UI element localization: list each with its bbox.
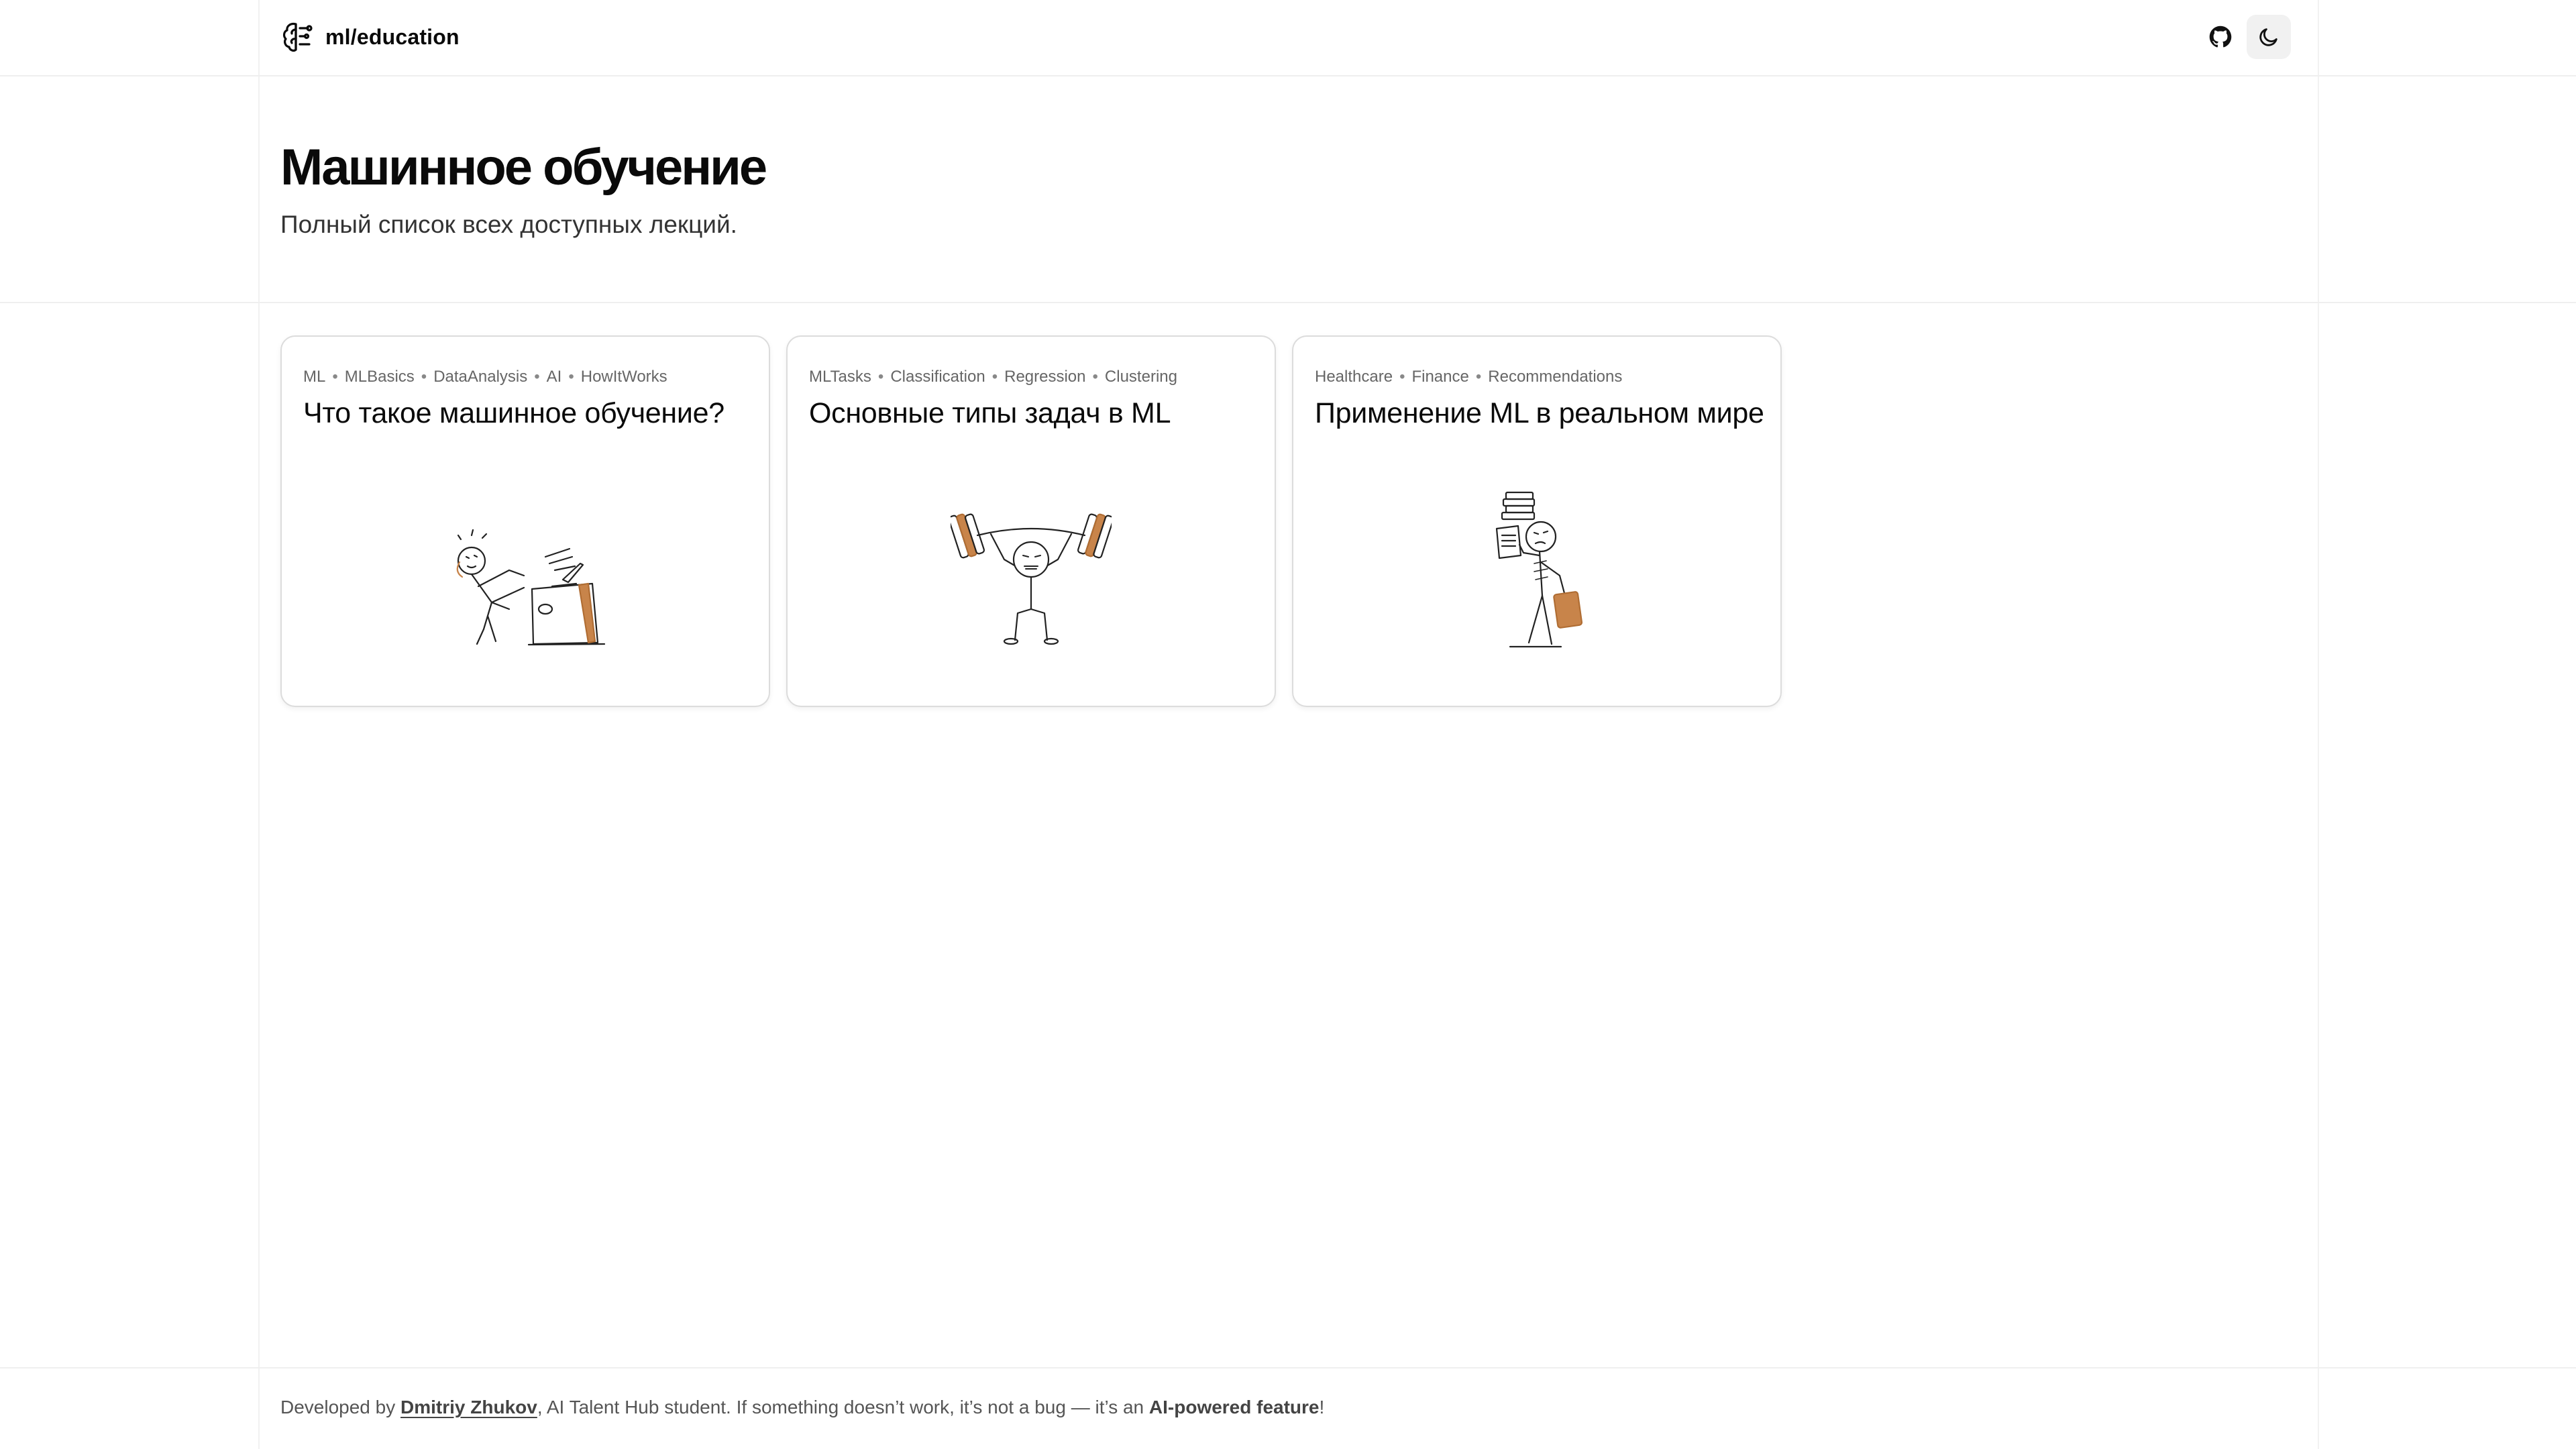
tag-separator: • — [1399, 368, 1405, 386]
tag: ML — [303, 368, 326, 386]
top-navbar: ml/education — [258, 0, 2318, 75]
footer-middle: , AI Talent Hub student. If something do… — [537, 1397, 1149, 1417]
page-footer: Developed by Dmitriy Zhukov, AI Talent H… — [280, 1397, 1324, 1418]
moon-icon — [2259, 28, 2277, 46]
left-column-line — [258, 0, 260, 1449]
card-tags: Healthcare • Finance • Recommendations — [1315, 368, 1622, 386]
author-link[interactable]: Dmitriy Zhukov — [400, 1397, 537, 1417]
tag: HowItWorks — [580, 368, 667, 386]
brain-icon — [282, 22, 313, 52]
footer-prefix: Developed by — [280, 1397, 401, 1417]
brand-link[interactable]: ml/education — [281, 20, 460, 54]
github-icon — [2209, 25, 2232, 48]
tag: AI — [546, 368, 562, 386]
footer-suffix: ! — [1319, 1397, 1325, 1417]
footer-divider — [0, 1367, 2576, 1368]
theme-toggle-button[interactable] — [2247, 15, 2291, 59]
lecture-card[interactable]: Healthcare • Finance • Recommendations При… — [1292, 335, 1782, 707]
card-title: Применение ML в реальном мире — [1315, 397, 1764, 429]
tag-separator: • — [332, 368, 338, 386]
stickman-carrying-books-illustration — [1495, 491, 1583, 648]
tag: Recommendations — [1488, 368, 1623, 386]
tag-separator: • — [421, 368, 427, 386]
lecture-card[interactable]: MLTasks • Classification • Regression • Clu… — [786, 335, 1276, 707]
stickman-at-desk-illustration — [456, 529, 606, 646]
tag-separator: • — [877, 368, 884, 386]
card-title: Основные типы задач в ML — [809, 397, 1171, 429]
tag: Regression — [1004, 368, 1086, 386]
card-tags: ML • MLBasics • DataAnalysis • AI • HowItWor… — [303, 368, 667, 386]
lecture-card[interactable]: ML • MLBasics • DataAnalysis • AI • HowItWor… — [280, 335, 770, 707]
tag-separator: • — [568, 368, 574, 386]
card-tags: MLTasks • Classification • Regression • Clu… — [809, 368, 1177, 386]
tag-separator: • — [1475, 368, 1482, 386]
tag: Clustering — [1104, 368, 1177, 386]
tag: Finance — [1411, 368, 1469, 386]
card-title: Что такое машинное обучение? — [303, 397, 724, 429]
hero-section: Машинное обучение Полный список всех дос… — [280, 134, 767, 241]
footer-feature: AI-powered feature — [1148, 1397, 1320, 1417]
tag-separator: • — [991, 368, 998, 386]
header-divider — [0, 75, 2576, 76]
tag: Healthcare — [1315, 368, 1393, 386]
hero-divider — [0, 302, 2576, 303]
tag: MLTasks — [809, 368, 871, 386]
tag-separator: • — [1092, 368, 1098, 386]
tag: DataAnalysis — [433, 368, 528, 386]
lecture-cards: ML • MLBasics • DataAnalysis • AI • HowItWor… — [280, 335, 1782, 707]
tag-separator: • — [534, 368, 540, 386]
stickman-weightlifter-illustration — [951, 513, 1112, 645]
page-subtitle: Полный список всех доступных лекций. — [280, 211, 737, 238]
right-column-line — [2318, 0, 2319, 1449]
tag: MLBasics — [344, 368, 415, 386]
github-button[interactable] — [2198, 15, 2243, 59]
brand-name: ml/education — [325, 24, 460, 49]
tag: Classification — [890, 368, 985, 386]
page-title: Машинное обучение — [280, 139, 767, 196]
